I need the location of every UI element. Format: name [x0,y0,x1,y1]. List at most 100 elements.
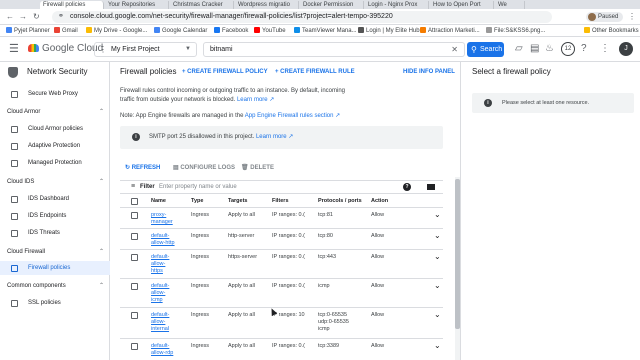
row-checkbox[interactable] [131,233,138,240]
sidebar-item-ids-dashboard[interactable]: IDS Dashboard [0,192,110,206]
browser-tab[interactable]: How to Open Port [430,1,494,9]
forward-icon[interactable]: → [19,12,27,22]
sidebar-section-common-components[interactable]: Common components ⌃ [0,279,110,293]
sidebar-item-secure-web-proxy[interactable]: Secure Web Proxy [0,87,110,101]
column-header-filters[interactable]: Filters [272,195,289,208]
column-header-type[interactable]: Type [191,195,203,208]
rule-type: Ingress [191,233,210,239]
bookmark[interactable]: Gmail [54,26,78,36]
help-icon[interactable]: ? [581,43,587,55]
sidebar-item-firewall-policies[interactable]: Firewall policies [0,261,110,275]
more-vert-icon[interactable]: ⋮ [600,43,610,55]
other-bookmarks[interactable]: Other Bookmarks [584,26,639,36]
sidebar-section-cloud-ids[interactable]: Cloud IDS ⌃ [0,175,110,189]
gift-icon[interactable]: ▱ [515,43,523,55]
bookmark[interactable]: Google Calendar [154,26,207,36]
create-firewall-policy-button[interactable]: + CREATE FIREWALL POLICY [182,67,268,77]
rule-name-link[interactable]: proxy-manager [151,212,173,226]
table-row[interactable]: proxy-manager Ingress Apply to all IP ra… [120,208,443,229]
column-header-name[interactable]: Name [151,195,166,208]
table-row[interactable]: default-allow-https Ingress https-server… [120,250,443,279]
terminal-icon[interactable]: ▤ [530,43,539,55]
configure-logs-button[interactable]: ▤ CONFIGURE LOGS [173,163,235,173]
expand-row-icon[interactable]: ⌄ [434,253,441,261]
sidebar-item-managed-protection[interactable]: Managed Protection [0,156,110,170]
google-cloud-logo[interactable]: Google Cloud [28,43,103,55]
filter-input[interactable]: Enter property name or value [159,181,237,193]
bookmark[interactable]: My Drive - Google... [86,26,147,36]
table-row[interactable]: default-allow-internal Ingress Apply to … [120,308,443,339]
table-row[interactable]: default-allow-http Ingress http-server I… [120,229,443,250]
table-row[interactable]: default-allow-icmp Ingress Apply to all … [120,279,443,308]
sidebar-item-cloud-armor-policies[interactable]: Cloud Armor policies [0,122,110,136]
learn-more-link[interactable]: Learn more [237,97,268,103]
row-checkbox[interactable] [131,254,138,261]
select-all-checkbox[interactable] [131,198,138,205]
expand-row-icon[interactable]: ⌄ [434,311,441,319]
project-selector[interactable]: ⋮ My First Project ▼ [94,42,197,57]
create-firewall-rule-button[interactable]: + CREATE FIREWALL RULE [275,67,355,77]
search-button[interactable]: ⚲ Search [467,42,504,57]
app-engine-firewall-link[interactable]: App Engine Firewall rules section [245,113,334,119]
back-icon[interactable]: ← [6,12,14,22]
table-row[interactable]: default-allow-rdp Ingress Apply to all I… [120,339,443,360]
rule-name-link[interactable]: default-allow-https [151,254,169,275]
delete-button[interactable]: 🗑 DELETE [241,163,274,173]
sidebar-section-cloud-armor[interactable]: Cloud Armor ⌃ [0,105,110,119]
bookmark[interactable]: Login | My Elite Hub [358,26,420,36]
browser-tab[interactable]: Christmas Cracker [170,1,234,9]
sidebar-item-ssl-policies[interactable]: SSL policies [0,296,110,310]
sidebar-item-ids-threats[interactable]: IDS Threats [0,226,110,240]
notification-badge[interactable]: 12 [561,42,575,56]
row-checkbox[interactable] [131,212,138,219]
search-input[interactable]: bitnami ✕ [203,42,465,57]
column-header-targets[interactable]: Targets [228,195,247,208]
browser-tab[interactable]: Firewall policies [40,1,104,9]
bell-icon[interactable]: ♨ [545,43,554,55]
rule-filters: IP ranges: 0.( [272,233,305,239]
row-checkbox[interactable] [131,343,138,350]
column-header-action[interactable]: Action [371,195,388,208]
bookmark[interactable]: YouTube [254,26,286,36]
browser-tab[interactable]: Docker Permission [300,1,364,9]
sidebar-item-ids-endpoints[interactable]: IDS Endpoints [0,209,110,223]
expand-row-icon[interactable]: ⌄ [434,211,441,219]
bookmark[interactable]: File:S&KSS6.png... [486,26,545,36]
sidebar-section-cloud-firewall[interactable]: Cloud Firewall ⌃ [0,245,110,259]
menu-icon[interactable]: ☰ [9,43,19,55]
help-icon[interactable]: ? [403,183,411,191]
rule-name-link[interactable]: default-allow-icmp [151,283,169,304]
expand-row-icon[interactable]: ⌄ [434,282,441,290]
url-text: console.cloud.google.com/net-security/fi… [70,13,393,20]
browser-tab[interactable]: Your Repositories [105,1,169,9]
policy-icon [11,126,18,133]
smtp-learn-more-link[interactable]: Learn more [256,134,287,140]
url-field[interactable]: ⚭ console.cloud.google.com/net-security/… [52,11,552,23]
browser-tab[interactable]: Login - Nginx Prox [365,1,429,9]
rule-name-link[interactable]: default-allow-http [151,233,175,247]
more-icon[interactable]: ⋮ [628,12,636,21]
bookmark[interactable]: Attraction Marketi... [420,26,480,36]
row-checkbox[interactable] [131,312,138,319]
clear-icon[interactable]: ✕ [451,43,458,56]
row-checkbox[interactable] [131,283,138,290]
avatar[interactable]: J [619,42,633,56]
expand-row-icon[interactable]: ⌄ [434,342,441,350]
bookmark[interactable]: TeamViewer Mana... [294,26,357,36]
bookmark[interactable]: Facebook [214,26,248,36]
rule-name-link[interactable]: default-allow-internal [151,312,169,333]
browser-tab[interactable]: We [495,1,525,9]
sidebar-item-adaptive-protection[interactable]: Adaptive Protection [0,139,110,153]
filter-bar[interactable]: ≡ Filter Enter property name or value ? [120,180,443,194]
expand-row-icon[interactable]: ⌄ [434,232,441,240]
reload-icon[interactable]: ↻ [33,12,40,22]
browser-tab[interactable]: Wordpress migratio [235,1,299,9]
rule-name-link[interactable]: default-allow-rdp [151,343,173,357]
column-header-protocols[interactable]: Protocols / ports [318,195,362,208]
proxy-icon [11,91,18,98]
profile-button[interactable]: Paused [586,12,624,22]
bookmark[interactable]: Pyjet Planner [6,26,50,36]
refresh-button[interactable]: ↻ REFRESH [125,163,160,173]
column-display-icon[interactable] [427,184,435,190]
hide-info-panel-button[interactable]: HIDE INFO PANEL [403,67,455,77]
